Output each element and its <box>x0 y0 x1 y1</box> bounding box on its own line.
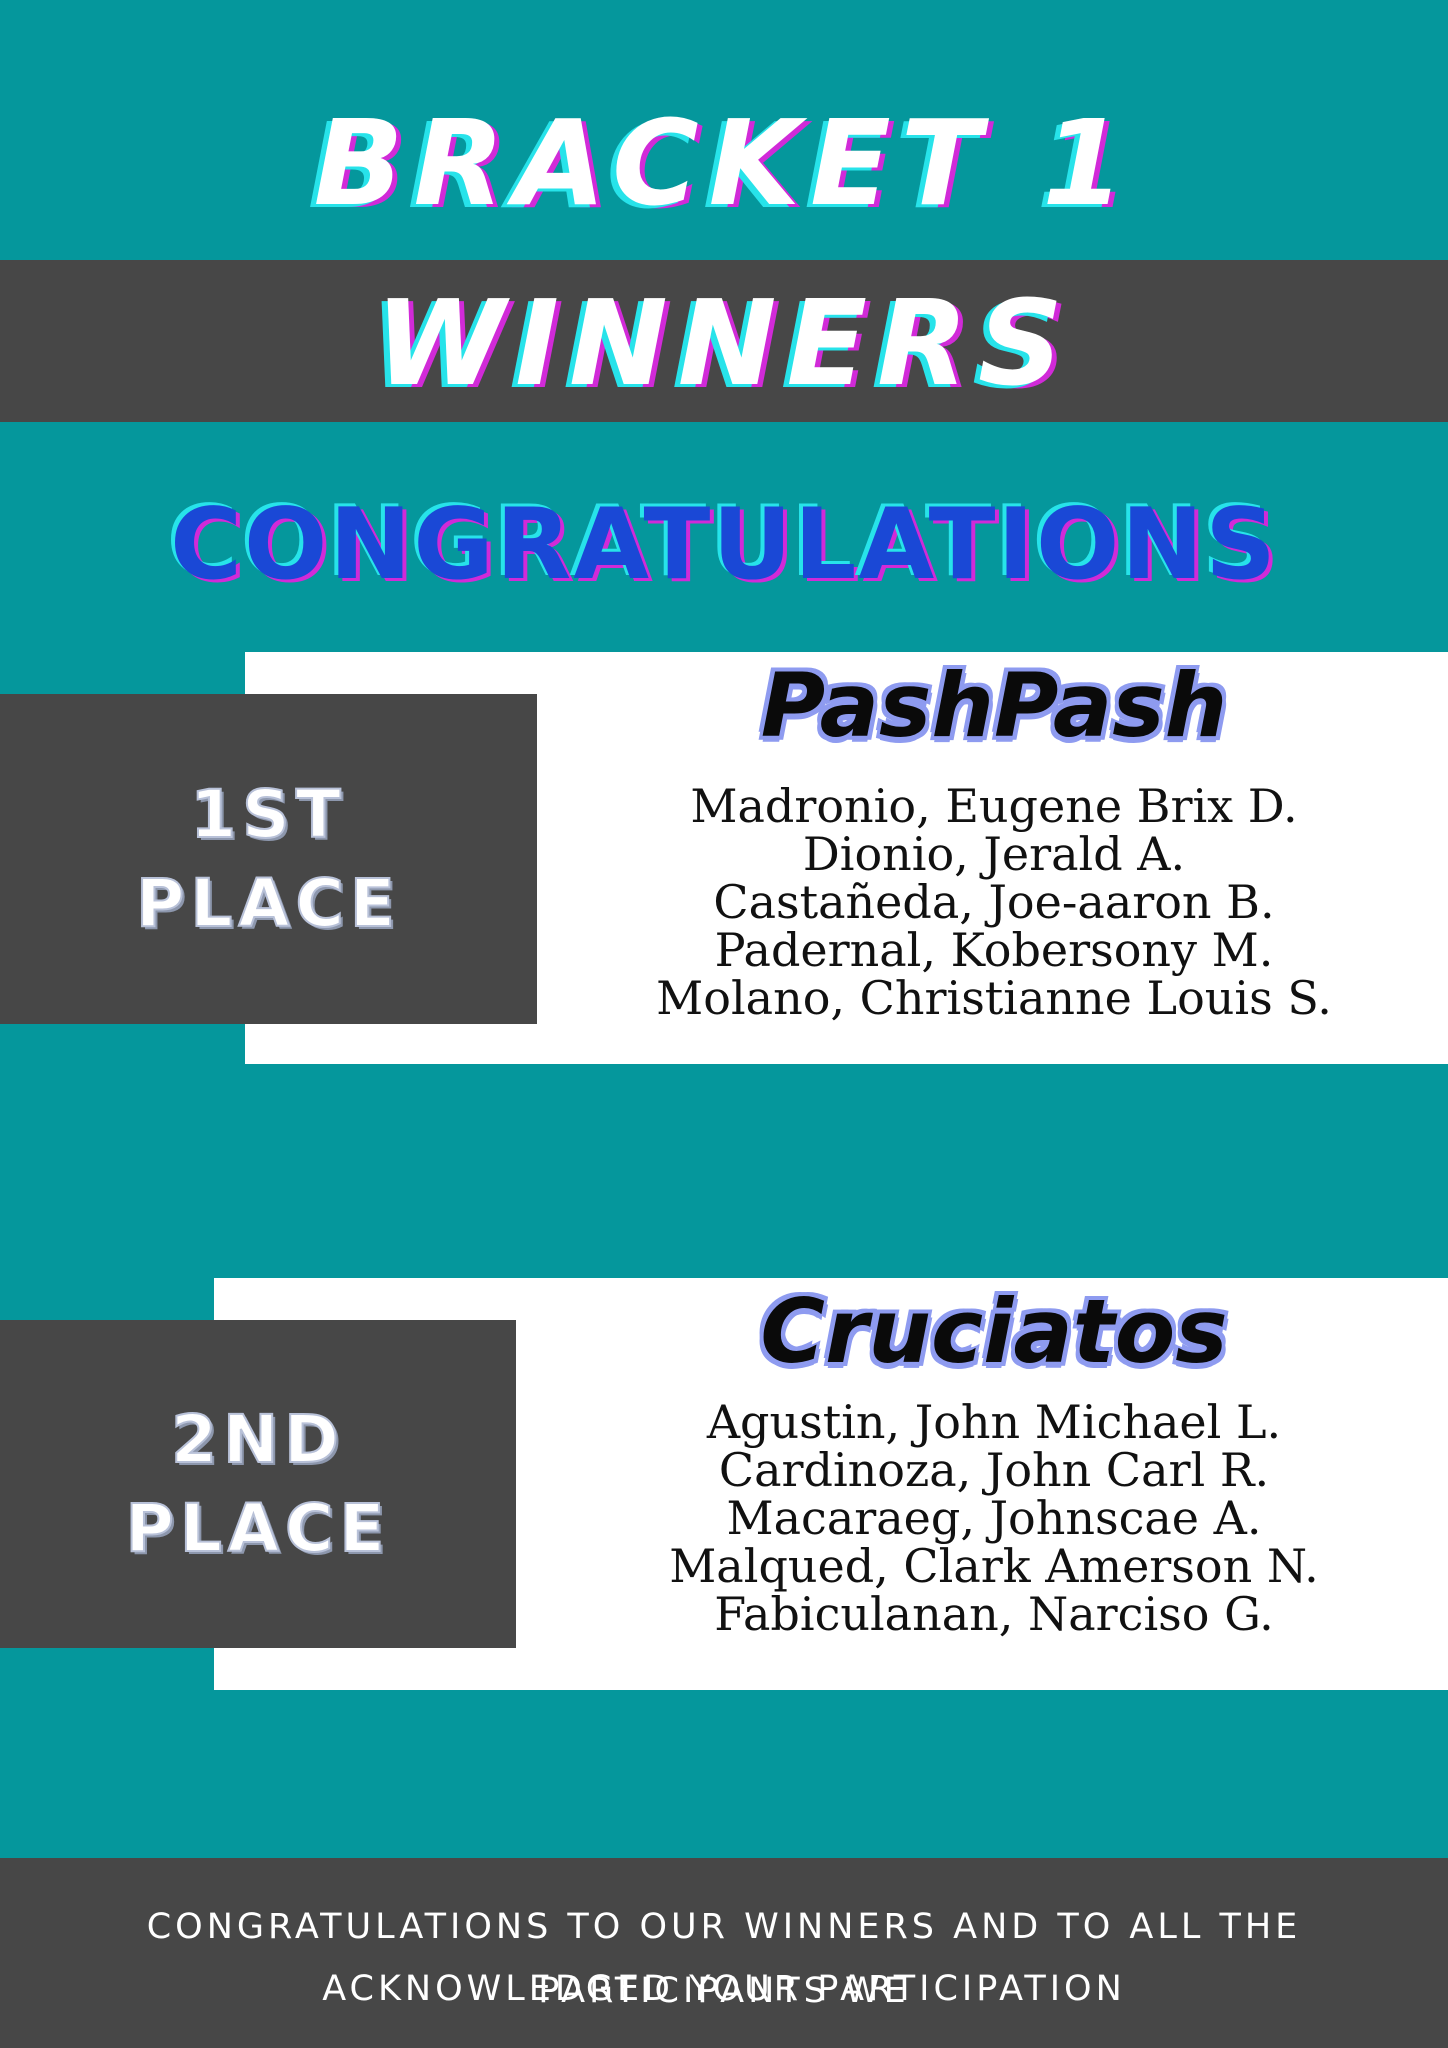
member-name: Madronio, Eugene Brix D. <box>690 779 1298 833</box>
member-name: Padernal, Kobersony M. <box>714 923 1274 977</box>
member-name: Molano, Christianne Louis S. <box>656 971 1332 1025</box>
member-name: Malqued, Clark Amerson N. <box>669 1539 1319 1593</box>
member-name: Cardinoza, John Carl R. <box>718 1443 1270 1497</box>
second-place-rank: 2ND <box>170 1400 345 1479</box>
first-place-rank: 1ST <box>189 775 347 854</box>
title-line-winners: WINNERS <box>374 274 1074 412</box>
second-place-word: PLACE <box>124 1489 391 1568</box>
member-name: Fabiculanan, Narciso G. <box>714 1587 1274 1641</box>
member-name: Macaraeg, Johnscae A. <box>726 1491 1262 1545</box>
congratulations-heading: CONGRATULATIONS <box>170 488 1278 602</box>
first-place-label-box: 1ST PLACE <box>0 694 537 1024</box>
first-place-word: PLACE <box>135 864 402 943</box>
title-line-bracket: BRACKET 1 <box>313 94 1135 232</box>
member-name: Castañeda, Joe-aaron B. <box>713 875 1275 929</box>
member-name: Dionio, Jerald A. <box>802 827 1186 881</box>
second-place-team-name: Cruciatos <box>760 1280 1228 1383</box>
first-place-members: Madronio, Eugene Brix D. Dionio, Jerald … <box>540 782 1448 1022</box>
second-place-members: Agustin, John Michael L. Cardinoza, John… <box>540 1398 1448 1638</box>
footer-message-line-2: ACKNOWLEDGED YOUR PARTICIPATION <box>322 1969 1126 2009</box>
second-place-label-box: 2ND PLACE <box>0 1320 516 1648</box>
first-place-team-name: PashPash <box>760 654 1228 757</box>
member-name: Agustin, John Michael L. <box>706 1395 1282 1449</box>
